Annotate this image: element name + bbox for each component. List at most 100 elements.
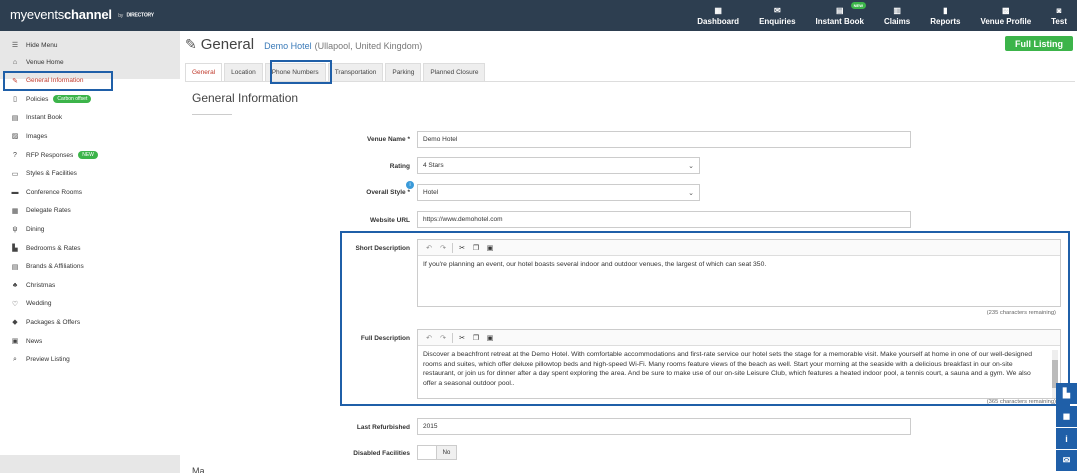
sidebar-pill-badge: NEW [78,151,98,159]
tab-parking[interactable]: Parking [385,63,422,81]
mail-icon[interactable]: ✉ [1056,450,1077,471]
sidebar-item-label: Bedrooms & Rates [26,244,81,252]
help-book-icon[interactable]: ▙ [1056,383,1077,404]
dashboard-icon: ▦ [714,5,722,15]
sidebar-item-label: Wedding [26,300,52,308]
tab-planned-closure[interactable]: Planned Closure [423,63,486,81]
tab-general[interactable]: General [185,63,223,81]
envelope-icon: ✉ [773,5,781,15]
last-refurbished-input[interactable]: 2015 [417,418,911,435]
calendar-icon: ▤ [11,114,19,122]
info-icon[interactable]: i [1056,428,1077,449]
info-icon[interactable]: i [406,181,414,189]
short-description-editor[interactable]: ↶ ↷ ✂ ❐ ▣ If you're planning an event, o… [417,239,1061,307]
nav-enquiries[interactable]: ✉ Enquiries [749,0,805,31]
chevron-down-icon: ⌄ [688,162,694,170]
edit-icon: ✎ [185,36,197,52]
editor-toolbar: ↶ ↷ ✂ ❐ ▣ [418,330,1060,346]
brand-name-suffix: channel [64,7,112,22]
sidebar-item-rfp-responses[interactable]: ? RFP Responses NEW [0,146,180,164]
tab-transportation[interactable]: Transportation [327,63,384,81]
brand-logo[interactable]: myeventschannel by DIRECTORY [10,7,154,22]
overall-style-select[interactable]: Hotel ⌄ [417,184,700,201]
redo-icon[interactable]: ↷ [436,244,450,252]
question-icon: ? [13,151,17,159]
full-description-editor[interactable]: ↶ ↷ ✂ ❐ ▣ Discover a beachfront retreat … [417,329,1061,399]
cut-icon[interactable]: ✂ [455,244,469,252]
tab-location[interactable]: Location [224,63,263,81]
sidebar-item-policies[interactable]: ▯ Policies Carbon offset [0,90,180,108]
hide-menu-label: Hide Menu [26,41,58,49]
website-url-input[interactable]: https://www.demohotel.com [417,211,911,228]
hamburger-icon: ☰ [11,42,19,49]
chat-icon[interactable]: ◼ [1056,406,1077,427]
sidebar-item-delegate-rates[interactable]: ▦ Delegate Rates [0,202,180,220]
sidebar-item-instant-book[interactable]: ▤ Instant Book [0,109,180,127]
sidebar-item-wedding[interactable]: ♡ Wedding [0,295,180,313]
hide-menu-button[interactable]: ☰ Hide Menu [0,36,180,54]
sidebar-item-images[interactable]: ▨ Images [0,127,180,145]
next-section-heading: Ma [192,466,205,473]
sidebar-item-brands-affiliations[interactable]: ▤ Brands & Affiliations [0,258,180,276]
website-url-label: Website URL [370,217,410,224]
sidebar-item-venue-home[interactable]: ⌂ Venue Home [0,53,180,71]
overall-style-label: Overall Style * [366,189,410,196]
nav-user-test[interactable]: ◙ Test [1041,0,1077,31]
nav-label: Claims [883,16,911,26]
user-icon: ◙ [1056,5,1062,15]
toolbar-separator [452,242,453,253]
sidebar-item-packages-offers[interactable]: ◆ Packages & Offers [0,313,180,331]
search-icon: ⌕ [13,355,17,363]
copy-icon[interactable]: ❐ [469,334,483,342]
claims-icon: ▥ [893,5,901,15]
sidebar-item-conference-rooms[interactable]: ▬ Conference Rooms [0,183,180,201]
paste-icon[interactable]: ▣ [483,334,497,342]
copy-icon[interactable]: ❐ [469,244,483,252]
sidebar-item-preview-listing[interactable]: ⌕ Preview Listing [0,351,180,369]
paste-icon[interactable]: ▣ [483,244,497,252]
full-listing-badge[interactable]: Full Listing [1005,36,1073,51]
nav-label: Instant Book [815,16,864,26]
top-navbar: myeventschannel by DIRECTORY ▦ Dashboard… [0,0,1077,31]
home-icon: ⌂ [12,58,18,66]
image-icon: ▨ [11,133,19,141]
editor-toolbar: ↶ ↷ ✂ ❐ ▣ [418,240,1060,256]
newspaper-icon: ▣ [11,338,19,345]
rating-select[interactable]: 4 Stars ⌄ [417,157,700,174]
cut-icon[interactable]: ✂ [455,334,469,342]
chevron-down-icon: ⌄ [688,189,694,197]
briefcase-icon: ▬ [11,188,19,196]
nav-label: Dashboard [697,16,740,26]
full-description-text[interactable]: Discover a beachfront retreat at the Dem… [418,346,1060,398]
venue-location: (Ullapool, United Kingdom) [314,41,423,51]
sidebar-item-news[interactable]: ▣ News [0,332,180,350]
section-title: General Information [192,91,299,105]
highlight-phone-numbers-tab [270,60,332,84]
undo-icon[interactable]: ↶ [422,244,436,252]
disabled-facilities-toggle[interactable]: No [417,445,457,460]
sidebar-item-styles-facilities[interactable]: ▭ Styles & Facilities [0,165,180,183]
venue-name-link[interactable]: Demo Hotel [264,41,312,51]
overall-style-value: Hotel [423,189,439,196]
sidebar-item-label: Venue Home [26,58,64,66]
nav-instant-book[interactable]: NEW ▤ Instant Book [806,0,874,31]
undo-icon[interactable]: ↶ [422,334,436,342]
sidebar-item-label: News [26,337,43,345]
short-description-text[interactable]: If you're planning an event, our hotel b… [418,256,1060,274]
sidebar-item-bedrooms-rates[interactable]: ▙ Bedrooms & Rates [0,239,180,257]
sidebar-item-christmas[interactable]: ♣ Christmas [0,276,180,294]
sidebar-item-label: Policies [26,95,49,103]
nav-claims[interactable]: ▥ Claims [874,0,920,31]
nav-venue-profile[interactable]: ▩ Venue Profile [970,0,1041,31]
sidebar-item-label: Christmas [26,281,56,289]
main-nav: ▦ Dashboard ✉ Enquiries NEW ▤ Instant Bo… [687,0,1077,31]
sidebar-item-dining[interactable]: ψ Dining [0,220,180,238]
redo-icon[interactable]: ↷ [436,334,450,342]
venue-icon: ▩ [1002,5,1010,15]
nav-reports[interactable]: ▮ Reports [920,0,970,31]
brand-directory: DIRECTORY [126,12,155,19]
page-header: ✎ General Demo Hotel (Ullapool, United K… [185,36,422,56]
venue-name-input[interactable]: Demo Hotel [417,131,911,148]
nav-dashboard[interactable]: ▦ Dashboard [687,0,749,31]
sidebar-item-label: Preview Listing [26,356,70,364]
